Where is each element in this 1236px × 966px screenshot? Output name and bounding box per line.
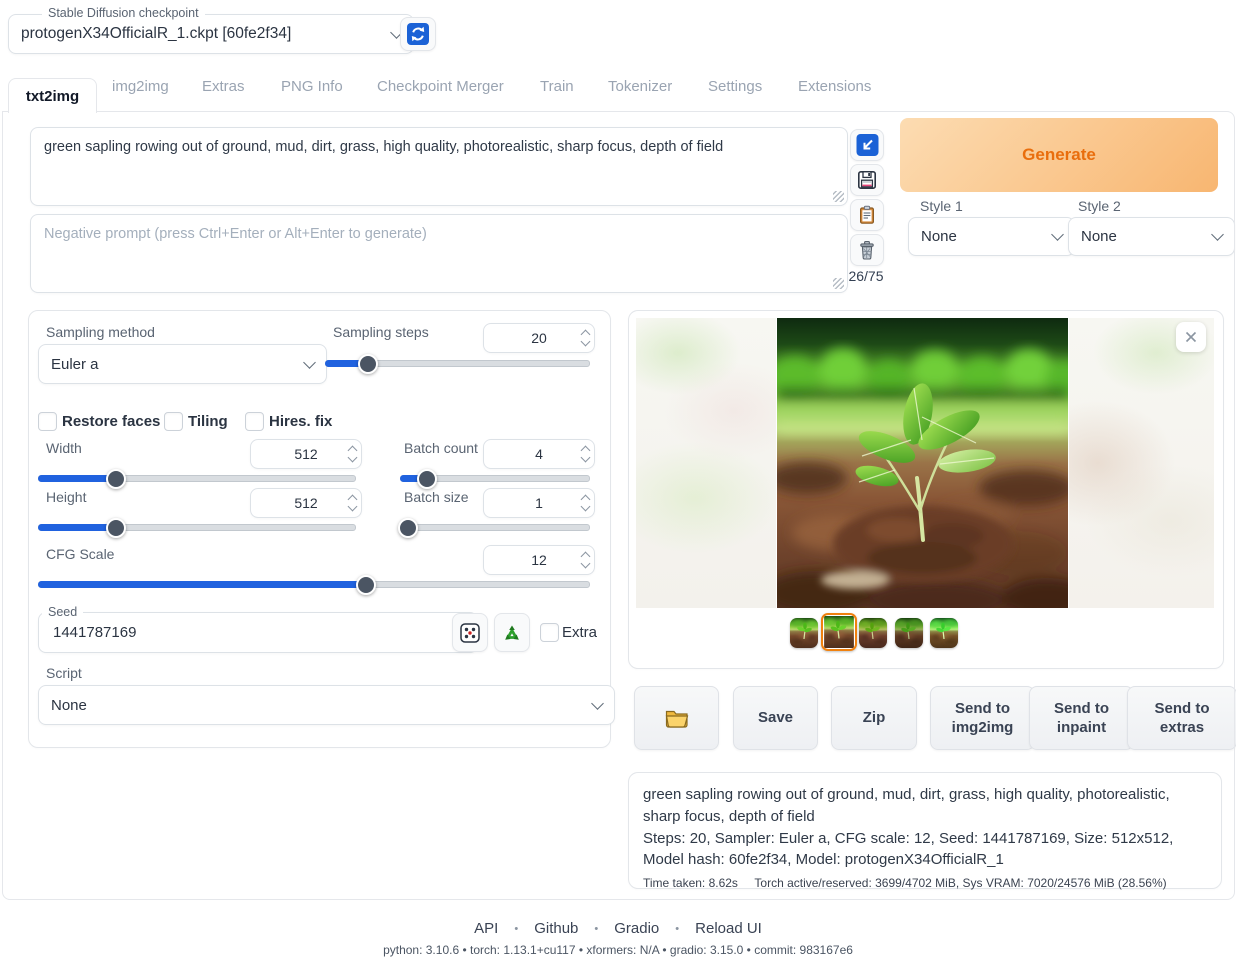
prompt-input[interactable]: green sapling rowing out of ground, mud,… bbox=[30, 127, 848, 206]
footer-link-github[interactable]: Github bbox=[534, 920, 578, 937]
footer-links: API • Github • Gradio • Reload UI bbox=[0, 920, 1236, 937]
tab-tokenizer[interactable]: Tokenizer bbox=[608, 78, 672, 95]
seed-label: Seed bbox=[42, 605, 83, 619]
tab-mask bbox=[9, 109, 94, 113]
checkpoint-label: Stable Diffusion checkpoint bbox=[42, 6, 205, 20]
tab-train[interactable]: Train bbox=[540, 78, 574, 95]
tab-extensions[interactable]: Extensions bbox=[798, 78, 871, 95]
negative-prompt-input[interactable] bbox=[30, 214, 848, 293]
tab-png-info[interactable]: PNG Info bbox=[281, 78, 343, 95]
tab-txt2img[interactable]: txt2img bbox=[8, 78, 97, 113]
tab-checkpoint-merger[interactable]: Checkpoint Merger bbox=[377, 78, 504, 95]
footer-separator: • bbox=[675, 923, 679, 935]
refresh-icon bbox=[407, 23, 429, 45]
footer-link-api[interactable]: API bbox=[474, 920, 498, 937]
refresh-checkpoint-button[interactable] bbox=[400, 17, 436, 51]
tab-extras[interactable]: Extras bbox=[202, 78, 245, 95]
close-gallery-button[interactable] bbox=[1176, 322, 1206, 352]
tab-img2img[interactable]: img2img bbox=[112, 78, 169, 95]
footer-link-reload-ui[interactable]: Reload UI bbox=[695, 920, 762, 937]
close-icon bbox=[1184, 330, 1198, 344]
footer-separator: • bbox=[514, 923, 518, 935]
footer-link-gradio[interactable]: Gradio bbox=[614, 920, 659, 937]
footer-separator: • bbox=[594, 923, 598, 935]
tab-settings[interactable]: Settings bbox=[708, 78, 762, 95]
footer-versions: python: 3.10.6 • torch: 1.13.1+cu117 • x… bbox=[0, 943, 1236, 957]
generate-button[interactable]: Generate bbox=[900, 118, 1218, 192]
checkpoint-dropdown[interactable]: protogenX34OfficialR_1.ckpt [60fe2f34] bbox=[8, 14, 414, 54]
checkpoint-value: protogenX34OfficialR_1.ckpt [60fe2f34] bbox=[21, 25, 291, 43]
